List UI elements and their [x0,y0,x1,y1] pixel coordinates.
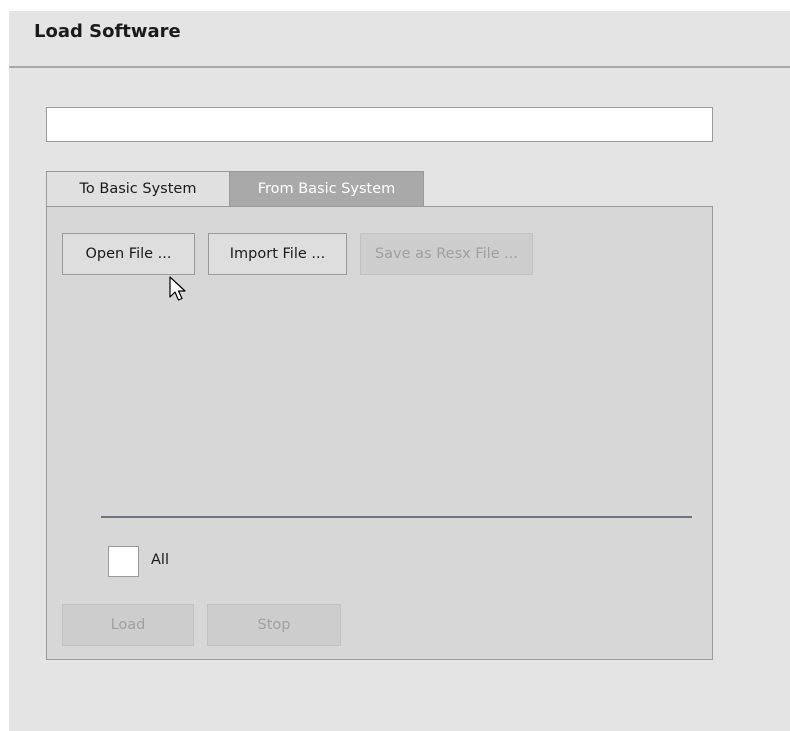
load-button[interactable]: Load [62,604,194,646]
tab-label: From Basic System [257,181,396,197]
tab-from-basic-system[interactable]: From Basic System [230,171,424,207]
select-all-checkbox[interactable] [108,546,139,577]
tab-to-basic-system[interactable]: To Basic System [46,171,230,207]
open-file-button[interactable]: Open File ... [62,233,195,275]
import-file-button[interactable]: Import File ... [208,233,347,275]
mouse-pointer-icon [169,276,186,301]
tab-label: To Basic System [79,181,197,197]
divider [101,516,692,518]
tab-panel: Open File ... Import File ... Save as Re… [46,206,713,660]
save-as-resx-button[interactable]: Save as Resx File ... [360,233,533,275]
file-path-input[interactable] [46,107,713,142]
page-title: Load Software [34,21,181,42]
load-software-window: Load Software To Basic System From Basic… [9,11,790,731]
select-all-label: All [151,552,169,568]
stop-button[interactable]: Stop [207,604,341,646]
title-bar: Load Software [9,11,790,68]
